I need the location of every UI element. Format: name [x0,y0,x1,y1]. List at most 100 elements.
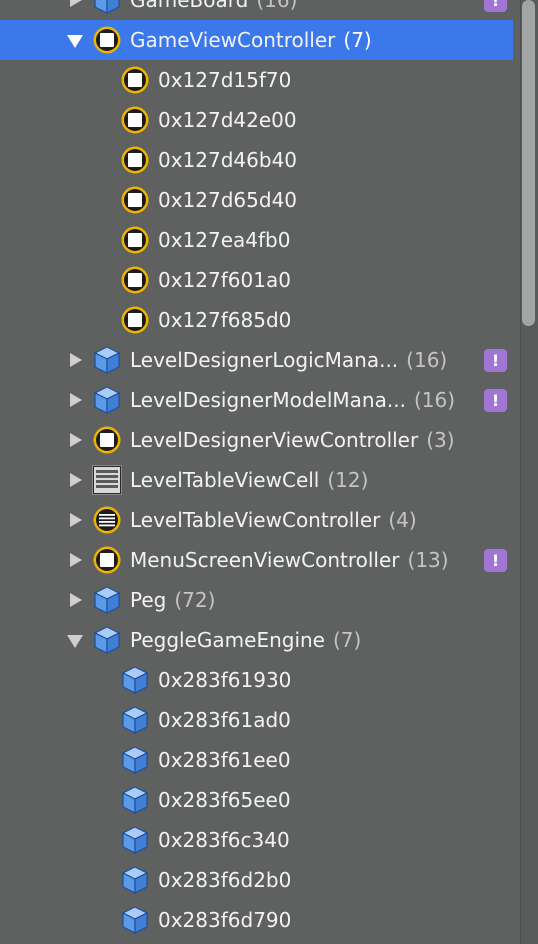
object-cube-icon [120,705,150,735]
view-controller-icon [92,25,122,55]
row-name: 0x283f61ee0 [158,748,291,772]
row-count: (16) [256,0,298,12]
disclosure-open-icon[interactable] [67,35,83,48]
tree-instance-row[interactable]: 0x283f6c340 [0,820,513,860]
row-count: (16) [406,348,448,372]
runtime-issue-icon[interactable]: ! [484,549,507,572]
row-name: 0x283f65ee0 [158,788,291,812]
row-name: GameViewController [130,28,336,52]
row-name: LevelDesignerLogicMana... [130,348,399,372]
row-label: GameBoard (16) [130,0,297,20]
tree-group-row[interactable]: GameViewController (7) [0,20,513,60]
tree-group-row[interactable]: GameBoard (16)! [0,0,513,20]
tree-instance-row[interactable]: 0x283f6d790 [0,900,513,940]
disclosure-closed-icon[interactable] [70,473,82,487]
disclosure-closed-icon[interactable] [70,0,82,7]
vertical-scrollbar[interactable] [520,0,538,944]
row-label: 0x127d42e00 [158,100,297,140]
row-name: MenuScreenViewController [130,548,400,572]
row-label: 0x127f601a0 [158,260,291,300]
object-cube-icon [120,665,150,695]
tree-instance-row[interactable]: 0x127d15f70 [0,60,513,100]
row-label: 0x283f61ad0 [158,700,291,740]
runtime-issue-icon[interactable]: ! [484,349,507,372]
row-name: PeggleGameEngine [130,628,325,652]
row-label: LevelTableViewController (4) [130,500,417,540]
tree-instance-row[interactable]: 0x283f61930 [0,660,513,700]
runtime-issue-icon[interactable]: ! [484,0,507,12]
tree-instance-row[interactable]: 0x127ea4fb0 [0,220,513,260]
row-name: 0x127ea4fb0 [158,228,291,252]
tree-instance-row[interactable]: 0x127d42e00 [0,100,513,140]
disclosure-closed-icon[interactable] [70,353,82,367]
tree-instance-row[interactable]: 0x127f601a0 [0,260,513,300]
tree-instance-row[interactable]: 0x283f65ee0 [0,780,513,820]
tree-group-row[interactable]: PeggleGameEngine (7) [0,620,513,660]
tree-group-row[interactable]: LevelDesignerModelMana... (16)! [0,380,513,420]
row-name: 0x283f61930 [158,668,292,692]
row-label: GameViewController (7) [130,20,372,60]
row-name: 0x127d42e00 [158,108,297,132]
row-name: 0x127d15f70 [158,68,292,92]
disclosure-open-icon[interactable] [67,635,83,648]
view-controller-icon [120,185,150,215]
row-count: (7) [343,28,372,52]
object-cube-icon [92,385,122,415]
disclosure-closed-icon[interactable] [70,593,82,607]
row-label: LevelDesignerLogicMana... (16) [130,340,447,380]
row-label: Peg (72) [130,580,215,620]
view-controller-icon [92,545,122,575]
row-name: LevelDesignerViewController [130,428,419,452]
tree-instance-row[interactable]: 0x283f6d2b0 [0,860,513,900]
row-label: LevelDesignerViewController (3) [130,420,455,460]
tree-group-row[interactable]: LevelDesignerViewController (3) [0,420,513,460]
memory-graph-tree: GameBoard (16)! GameViewController (7) 0x127… [0,0,513,944]
row-label: 0x127d15f70 [158,60,291,100]
row-label: 0x127d46b40 [158,140,297,180]
object-cube-icon [120,745,150,775]
tree-instance-row[interactable]: 0x283f61ad0 [0,700,513,740]
row-label: 0x127d65d40 [158,180,297,220]
row-name: 0x283f6d790 [158,908,292,932]
tree-group-row[interactable]: MenuScreenViewController (13)! [0,540,513,580]
row-label: 0x283f65ee0 [158,780,291,820]
tree-instance-row[interactable]: 0x127d65d40 [0,180,513,220]
row-name: 0x127d65d40 [158,188,298,212]
runtime-issue-icon[interactable]: ! [484,389,507,412]
disclosure-closed-icon[interactable] [70,433,82,447]
tree-instance-row[interactable]: 0x127f685d0 [0,300,513,340]
row-label: LevelTableViewCell (12) [130,460,368,500]
row-label: 0x127f685d0 [158,300,291,340]
row-name: Peg [130,588,167,612]
tree-group-row[interactable]: LevelTableViewController (4) [0,500,513,540]
tree-instance-row[interactable]: 0x127d46b40 [0,140,513,180]
row-label: 0x283f61ee0 [158,740,291,780]
row-label: 0x283f6d790 [158,900,291,940]
view-controller-icon [120,145,150,175]
view-controller-icon [120,65,150,95]
row-label: 0x283f6d2b0 [158,860,291,900]
tree-group-row[interactable]: LevelDesignerLogicMana... (16)! [0,340,513,380]
tree-group-row[interactable]: Peg (72) [0,580,513,620]
row-count: (72) [174,588,216,612]
table-cell-icon [92,465,122,495]
row-name: 0x127f601a0 [158,268,291,292]
row-label: 0x283f61930 [158,660,291,700]
object-cube-icon [120,825,150,855]
row-count: (13) [407,548,449,572]
scrollbar-track [520,0,521,944]
view-controller-icon [92,425,122,455]
tree-instance-row[interactable]: 0x283f61ee0 [0,740,513,780]
row-name: 0x283f6c340 [158,828,290,852]
view-controller-icon [120,225,150,255]
disclosure-closed-icon[interactable] [70,553,82,567]
view-controller-icon [120,105,150,135]
disclosure-closed-icon[interactable] [70,513,82,527]
tree-group-row[interactable]: LevelTableViewCell (12) [0,460,513,500]
row-label: MenuScreenViewController (13) [130,540,449,580]
disclosure-closed-icon[interactable] [70,393,82,407]
object-cube-icon [92,625,122,655]
table-view-controller-icon [92,505,122,535]
scrollbar-thumb[interactable] [522,0,535,326]
object-cube-icon [120,905,150,935]
